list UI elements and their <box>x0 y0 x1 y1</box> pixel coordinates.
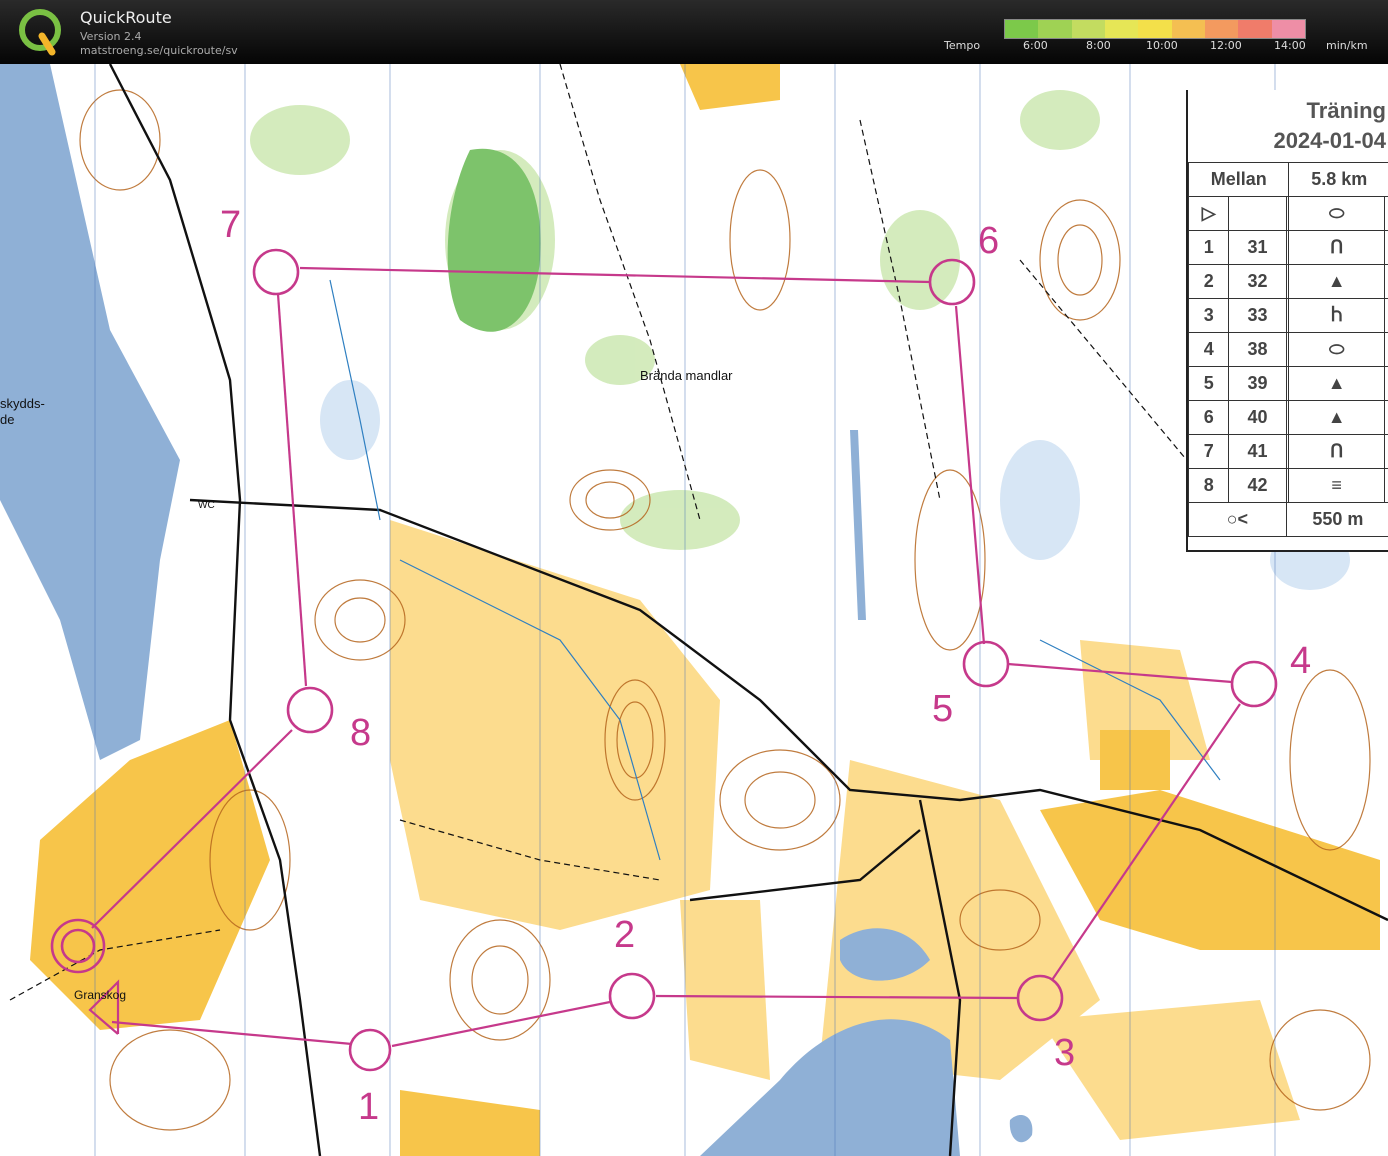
control-number-2: 2 <box>614 914 636 956</box>
control-number-7: 7 <box>220 204 242 246</box>
control-description-table: Mellan 5.8 km ▷ ⬭ 1 31 Ո 2 32 ▲ 3 33 Ⴙ 4 38 ⬭ 53… <box>1187 162 1388 537</box>
control-row: 7 41 Ո <box>1187 434 1388 469</box>
event-title: Träning <box>1306 98 1386 123</box>
tempo-unit: min/km <box>1326 39 1368 52</box>
control-number-5: 5 <box>932 688 954 730</box>
control-number-8: 8 <box>350 712 372 754</box>
app-url: matstroeng.se/quickroute/sv <box>80 44 238 57</box>
app-version: Version 2.4 <box>80 30 142 43</box>
tempo-color-scale <box>1004 19 1306 39</box>
oval-symbol-icon: ⬭ <box>1288 196 1385 231</box>
control-row: 4 38 ⬭ <box>1187 332 1388 367</box>
control-number-4: 4 <box>1290 640 1312 682</box>
control-row: 3 33 Ⴙ <box>1187 298 1388 333</box>
quickroute-logo-icon <box>19 9 61 56</box>
control-number-1: 1 <box>358 1086 380 1128</box>
control-row: 2 32 ▲ <box>1187 264 1388 299</box>
course-length: 5.8 km <box>1288 162 1388 197</box>
tempo-tick: 14:00 <box>1274 39 1306 52</box>
event-date: 2024-01-04 <box>1273 128 1386 153</box>
place-name-wc: WC <box>198 500 215 511</box>
course-name: Mellan <box>1187 162 1290 197</box>
quickroute-header: QuickRoute Version 2.4 matstroeng.se/qui… <box>0 0 1388 64</box>
control-row: 8 42 ≡ <box>1187 468 1388 503</box>
place-name-granskog: Granskog <box>74 988 127 1002</box>
control-row: 1 31 Ո <box>1187 230 1388 265</box>
start-triangle-icon: ▷ <box>1187 196 1230 231</box>
tempo-tick: 8:00 <box>1086 39 1111 52</box>
control-row: 6 40 ▲ <box>1187 400 1388 435</box>
control-description-legend: Träning 2024-01-04 Mellan 5.8 km ▷ ⬭ 1 31… <box>1186 90 1388 552</box>
orienteering-map[interactable] <box>0 64 1388 1156</box>
place-name-fragment: skydds- <box>0 396 45 411</box>
place-name-fragment: de <box>0 412 15 427</box>
tempo-tick: 6:00 <box>1023 39 1048 52</box>
tempo-tick: 10:00 <box>1146 39 1178 52</box>
tempo-label: Tempo <box>944 39 981 52</box>
control-number-6: 6 <box>978 220 1000 262</box>
finish-symbol-icon: ○< <box>1188 502 1287 537</box>
place-name-branda-mandlar: Brända mandlar <box>640 368 733 383</box>
app-title: QuickRoute <box>80 8 172 27</box>
tempo-tick: 12:00 <box>1210 39 1242 52</box>
finish-distance: 550 m <box>1285 502 1388 537</box>
control-number-3: 3 <box>1054 1032 1076 1074</box>
control-row: 5 39 ▲ <box>1187 366 1388 401</box>
